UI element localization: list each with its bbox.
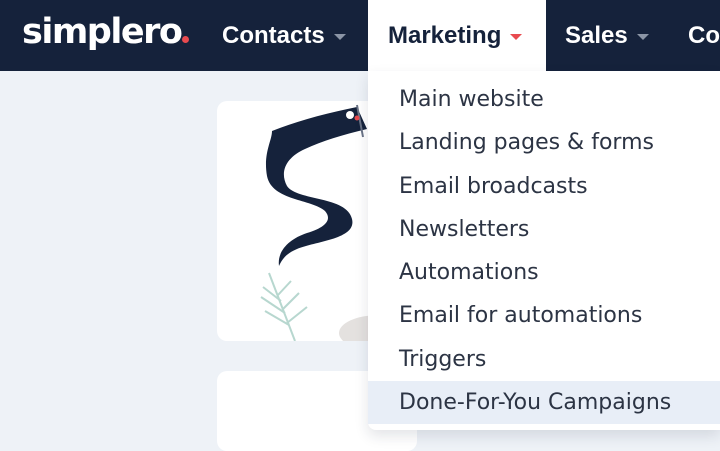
menu-item-label: Email broadcasts [399,174,588,199]
nav-item-label: Co [688,21,720,49]
ribbon-letter-icon [346,111,354,119]
nav-item-contacts[interactable]: Contacts [222,0,346,71]
marketing-dropdown-menu: Main website Landing pages & forms Email… [368,71,720,430]
logo-dot-icon [182,36,190,43]
menu-item-email-broadcasts[interactable]: Email broadcasts [368,165,720,208]
nav-item-label: Marketing [388,21,502,49]
chevron-down-icon [333,34,346,40]
menu-item-email-for-automations[interactable]: Email for automations [368,294,720,337]
menu-item-automations[interactable]: Automations [368,251,720,294]
top-navbar: simplero Contacts Marketing Sales Co [0,0,720,71]
nav-item-label: Sales [565,21,628,49]
ribbon-dot-icon [354,115,360,121]
chevron-down-icon [636,34,649,40]
nav-item-truncated[interactable]: Co [688,0,720,71]
menu-item-label: Main website [399,87,544,112]
menu-item-label: Done-For-You Campaigns [399,390,672,415]
menu-item-label: Automations [399,260,539,285]
menu-item-triggers[interactable]: Triggers [368,338,720,381]
chevron-down-icon [510,34,523,40]
ribbon-s-shape [265,107,367,266]
nav-item-label: Contacts [222,21,325,49]
menu-item-done-for-you-campaigns[interactable]: Done-For-You Campaigns [368,381,720,424]
simplero-logo[interactable]: simplero [22,10,190,54]
menu-item-label: Landing pages & forms [399,130,654,155]
menu-item-landing-pages[interactable]: Landing pages & forms [368,121,720,164]
menu-item-label: Triggers [399,347,487,372]
menu-item-label: Email for automations [399,303,643,328]
menu-item-main-website[interactable]: Main website [368,78,720,121]
nav-item-marketing[interactable]: Marketing [368,0,546,71]
menu-item-newsletters[interactable]: Newsletters [368,208,720,251]
menu-item-label: Newsletters [399,217,530,242]
leaf-branch-icon [260,272,308,341]
nav-item-sales[interactable]: Sales [565,0,649,71]
logo-text: simplero [22,12,183,52]
